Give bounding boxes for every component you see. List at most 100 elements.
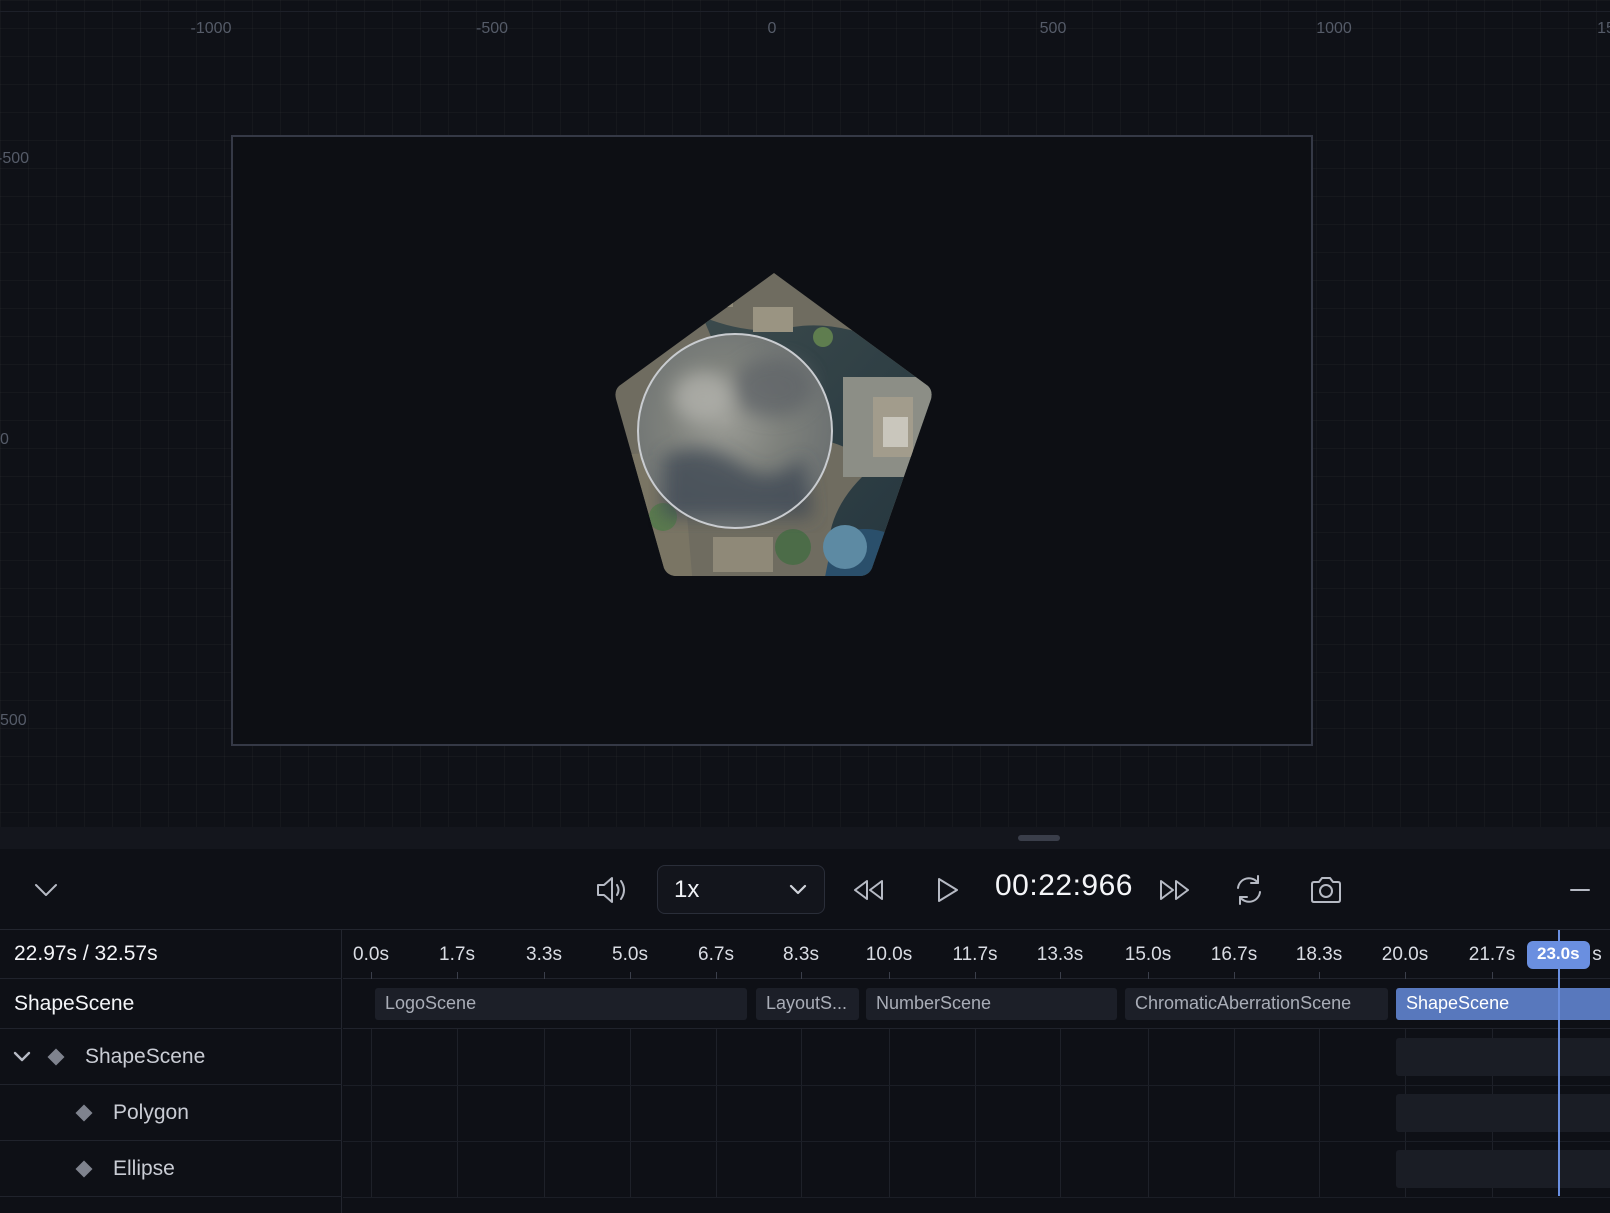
skip-back-button[interactable]	[847, 868, 891, 912]
playback-speed-select[interactable]: 1x	[657, 865, 825, 914]
grid-line	[975, 1029, 976, 1198]
tree-node-shapescene[interactable]: ShapeScene	[0, 1029, 342, 1085]
tick-mark	[371, 972, 372, 979]
editor-app: -1000 -500 0 500 1000 15 -500 0 500	[0, 0, 1610, 1213]
tick-label: 1.7s	[439, 944, 475, 965]
fast-forward-icon	[1160, 880, 1189, 900]
volume-icon	[597, 877, 625, 903]
panel-resize-handle[interactable]	[1018, 835, 1060, 841]
time-summary-row: 22.97s / 32.57s	[0, 930, 342, 979]
scene-block-logo[interactable]: LogoScene	[375, 988, 747, 1020]
current-scene-name: ShapeScene	[14, 991, 135, 1015]
render-stage[interactable]	[231, 135, 1313, 746]
expand-toggle[interactable]	[12, 1050, 36, 1064]
ellipse-shape	[637, 333, 833, 529]
ruler-x-label: 0	[767, 20, 777, 37]
grid-line	[1319, 1029, 1320, 1198]
ruler-x-label: -500	[475, 20, 509, 37]
panel-divider	[0, 827, 1610, 849]
grid-line	[544, 1029, 545, 1198]
tick-label: 16.7s	[1210, 944, 1258, 965]
grid-line	[801, 1029, 802, 1198]
scene-track: LogoScene LayoutS... NumberScene Chromat…	[343, 979, 1610, 1029]
tick-label: 8.3s	[783, 944, 819, 965]
scene-row-label: ShapeScene	[0, 979, 342, 1029]
tick-label: 18.3s	[1295, 944, 1343, 965]
ruler-y-label: 0	[0, 431, 9, 448]
grid-line	[716, 1029, 717, 1198]
skip-forward-button[interactable]	[1152, 868, 1196, 912]
time-ruler[interactable]: 0.0s 1.7s 3.3s 5.0s 6.7s 8.3s 10.0s 11.7…	[343, 930, 1610, 979]
ruler-x-label: 500	[1039, 20, 1067, 37]
tree-node-ellipse[interactable]: Ellipse	[0, 1141, 342, 1197]
node-diamond-icon	[75, 1104, 93, 1121]
tree-node-polygon[interactable]: Polygon	[0, 1085, 342, 1141]
tick-label: 6.7s	[698, 944, 734, 965]
tick-label: 20.0s	[1381, 944, 1429, 965]
tick-mark	[1234, 972, 1235, 979]
play-icon	[938, 878, 958, 902]
tick-mark	[975, 972, 976, 979]
current-time-display: 00:22:966	[995, 869, 1133, 902]
node-tracks	[343, 1029, 1610, 1213]
grid-line	[630, 1029, 631, 1198]
rewind-icon	[854, 880, 883, 900]
grid-line	[1060, 1029, 1061, 1198]
node-bar-polygon[interactable]	[1396, 1094, 1610, 1132]
tick-mark	[630, 972, 631, 979]
timeline-panel: 22.97s / 32.57s ShapeScene ShapeScene Po…	[0, 930, 1610, 1213]
time-summary: 22.97s / 32.57s	[14, 942, 158, 965]
volume-button[interactable]	[590, 868, 634, 912]
playhead-badge[interactable]: 23.0s	[1527, 941, 1590, 969]
tick-label: 0.0s	[353, 944, 389, 965]
node-label: Polygon	[113, 1100, 189, 1124]
node-label: Ellipse	[113, 1156, 175, 1180]
tick-label: 13.3s	[1036, 944, 1084, 965]
row-separator	[343, 1141, 1610, 1142]
ruler-x-label: 1000	[1316, 20, 1352, 37]
ruler-y-label: 500	[0, 712, 27, 729]
ruler-y-label: -500	[0, 150, 30, 167]
node-label: ShapeScene	[85, 1044, 206, 1068]
timeline-tracks[interactable]: 0.0s 1.7s 3.3s 5.0s 6.7s 8.3s 10.0s 11.7…	[343, 930, 1610, 1213]
tick-mark	[1319, 972, 1320, 979]
grid-line	[1148, 1029, 1149, 1198]
scene-block-shape[interactable]: ShapeScene	[1396, 988, 1610, 1020]
scene-block-layout[interactable]: LayoutS...	[756, 988, 859, 1020]
ruler-x-label: -1000	[190, 20, 232, 37]
node-bar-shapescene[interactable]	[1396, 1038, 1610, 1076]
shape-scene-render	[615, 273, 932, 576]
scene-block-chromatic[interactable]: ChromaticAberrationScene	[1125, 988, 1388, 1020]
scene-viewport[interactable]: -1000 -500 0 500 1000 15 -500 0 500	[0, 0, 1610, 827]
tick-mark	[544, 972, 545, 979]
tick-label: 3.3s	[526, 944, 562, 965]
minimize-button[interactable]	[1558, 868, 1602, 912]
scene-block-number[interactable]: NumberScene	[866, 988, 1117, 1020]
node-diamond-icon	[47, 1048, 65, 1065]
tick-mark	[889, 972, 890, 979]
play-button[interactable]	[925, 868, 969, 912]
collapse-panel-button[interactable]	[24, 868, 68, 912]
grid-line	[1234, 1029, 1235, 1198]
tick-mark	[1060, 972, 1061, 979]
tick-mark	[457, 972, 458, 979]
screenshot-button[interactable]	[1304, 868, 1348, 912]
camera-icon	[1311, 877, 1341, 903]
grid-line	[889, 1029, 890, 1198]
row-separator	[343, 1197, 1610, 1198]
row-separator	[343, 1085, 1610, 1086]
speed-value: 1x	[674, 875, 700, 903]
tick-label: 10.0s	[865, 944, 913, 965]
loop-button[interactable]	[1227, 868, 1271, 912]
chevron-down-icon	[789, 884, 807, 894]
node-bar-ellipse[interactable]	[1396, 1150, 1610, 1188]
tick-mark	[1405, 972, 1406, 979]
grid-line	[457, 1029, 458, 1198]
playback-toolbar: 1x 00:22:966	[0, 849, 1610, 930]
tick-mark	[716, 972, 717, 979]
tick-label: 11.7s	[952, 944, 998, 965]
node-diamond-icon	[75, 1160, 93, 1177]
playhead-line[interactable]	[1558, 930, 1560, 1196]
minus-icon	[1570, 889, 1590, 891]
tick-label: 15.0s	[1124, 944, 1172, 965]
